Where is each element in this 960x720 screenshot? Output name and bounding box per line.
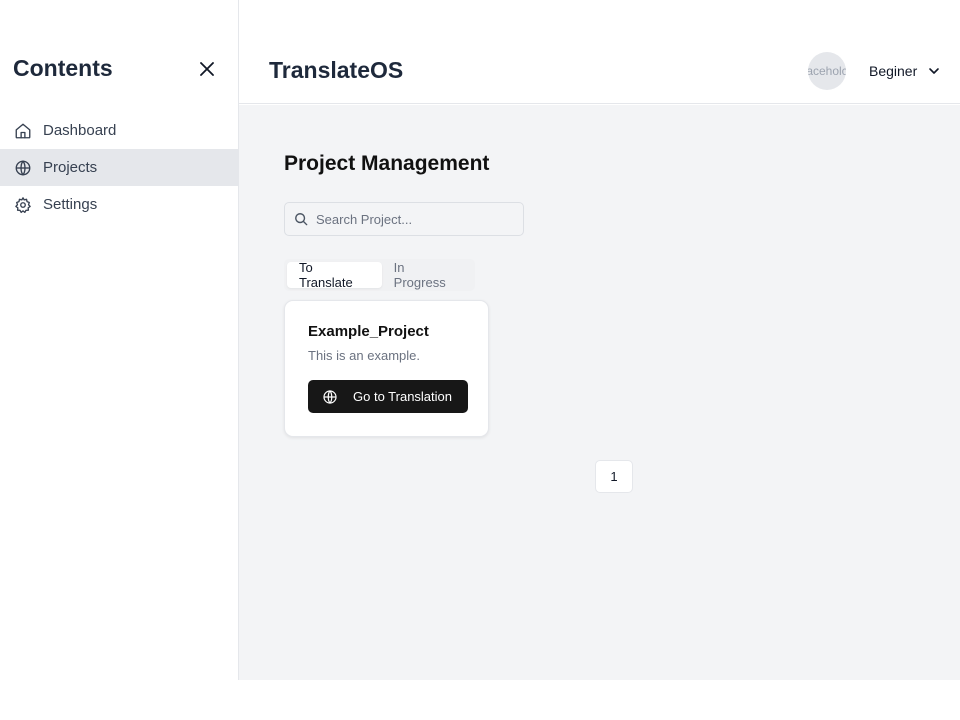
bottom-strip bbox=[0, 680, 960, 720]
gear-icon bbox=[13, 195, 32, 214]
project-tabs: To Translate In Progress bbox=[284, 259, 475, 291]
sidebar-item-settings[interactable]: Settings bbox=[0, 186, 239, 223]
topbar: TranslateOS aceholc Beginer bbox=[239, 0, 960, 104]
project-title: Example_Project bbox=[308, 323, 429, 340]
sidebar-item-dashboard[interactable]: Dashboard bbox=[0, 112, 239, 149]
search-box bbox=[284, 202, 524, 236]
sidebar-nav: Dashboard Projects Settings bbox=[0, 112, 239, 223]
project-description: This is an example. bbox=[308, 348, 420, 363]
avatar[interactable]: aceholc bbox=[808, 52, 846, 90]
avatar-placeholder-text: aceholc bbox=[808, 64, 846, 78]
project-card: Example_Project This is an example. Go t… bbox=[284, 300, 489, 437]
sidebar-item-label: Dashboard bbox=[43, 122, 117, 139]
search-input[interactable] bbox=[316, 211, 516, 227]
chevron-down-icon bbox=[927, 64, 941, 78]
sidebar-title: Contents bbox=[13, 55, 113, 81]
home-icon bbox=[13, 121, 32, 140]
globe-icon bbox=[13, 158, 32, 177]
globe-icon bbox=[322, 389, 338, 405]
sidebar-item-projects[interactable]: Projects bbox=[0, 149, 239, 186]
pagination-page-button[interactable]: 1 bbox=[595, 460, 633, 493]
app-title: TranslateOS bbox=[269, 57, 404, 83]
sidebar: Contents Dashboard Projects Settings bbox=[0, 0, 239, 680]
sidebar-item-label: Settings bbox=[43, 196, 98, 213]
close-icon bbox=[200, 62, 214, 76]
page-number: 1 bbox=[610, 469, 618, 484]
tab-to-translate[interactable]: To Translate bbox=[287, 260, 382, 290]
user-level-dropdown[interactable]: Beginer bbox=[869, 60, 941, 82]
page-title: Project Management bbox=[284, 152, 490, 175]
go-to-translation-label: Go to Translation bbox=[353, 389, 452, 404]
go-to-translation-button[interactable]: Go to Translation bbox=[308, 380, 468, 413]
search-icon bbox=[293, 212, 308, 227]
sidebar-header: Contents bbox=[0, 0, 239, 104]
close-sidebar-button[interactable] bbox=[196, 58, 218, 80]
tab-in-progress[interactable]: In Progress bbox=[382, 260, 472, 290]
sidebar-item-label: Projects bbox=[43, 159, 98, 176]
user-level-label: Beginer bbox=[869, 63, 918, 79]
main-content: Project Management To Translate In Progr… bbox=[239, 105, 960, 680]
